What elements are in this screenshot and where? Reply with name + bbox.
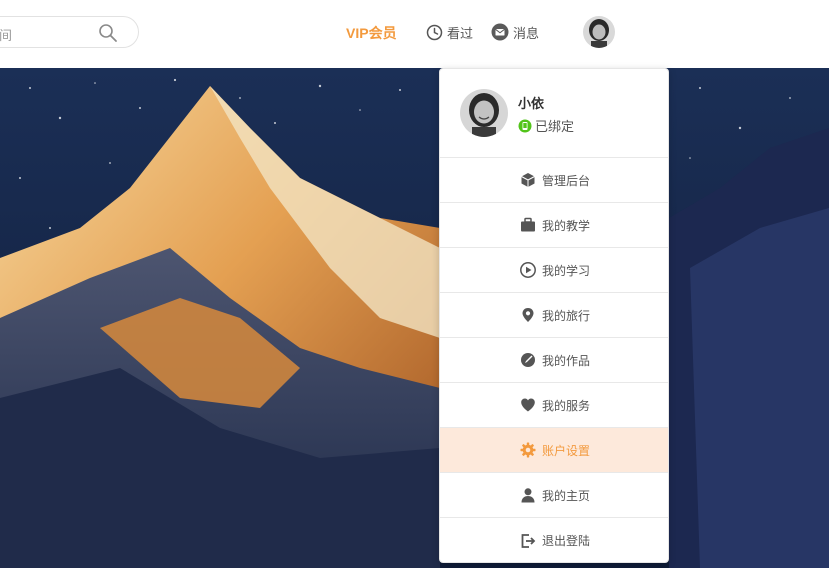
phone-icon	[518, 119, 532, 132]
top-header: 间 VIP会员 看过 消息	[0, 0, 829, 68]
menu-item-label: 我的教学	[542, 218, 591, 233]
vip-member-link[interactable]: VIP会员	[346, 23, 397, 43]
bind-status-label: 已绑定	[535, 119, 575, 134]
menu-item-label: 我的作品	[542, 353, 591, 368]
menu-item-label: 我的旅行	[542, 308, 591, 323]
user-icon	[520, 487, 536, 503]
bind-status: 已绑定	[518, 116, 574, 135]
menu-item-label: 管理后台	[542, 173, 591, 188]
search-placeholder: 间	[0, 28, 13, 43]
user-dropdown-menu: 小依 已绑定 管理后台 我的教学 我的学习 我的旅行 我的作品 我的服务 账户设…	[439, 68, 669, 563]
menu-item-learning[interactable]: 我的学习	[440, 248, 668, 293]
menu-item-label: 退出登陆	[542, 534, 591, 548]
user-menu: 管理后台 我的教学 我的学习 我的旅行 我的作品 我的服务 账户设置 我的主页 …	[440, 158, 668, 563]
history-link[interactable]: 看过	[426, 22, 473, 42]
mail-icon	[491, 23, 509, 41]
menu-item-admin[interactable]: 管理后台	[440, 158, 668, 203]
search-input[interactable]: 间	[0, 16, 139, 48]
menu-item-label: 账户设置	[542, 443, 591, 458]
briefcase-icon	[520, 217, 536, 233]
menu-item-label: 我的学习	[542, 263, 591, 278]
history-label: 看过	[447, 25, 474, 41]
menu-item-label: 我的主页	[542, 488, 591, 503]
profile-avatar[interactable]	[460, 89, 508, 137]
menu-item-travel[interactable]: 我的旅行	[440, 293, 668, 338]
cube-icon	[520, 172, 536, 188]
menu-item-teaching[interactable]: 我的教学	[440, 203, 668, 248]
menu-item-account-settings[interactable]: 账户设置	[440, 428, 668, 473]
logout-icon	[520, 533, 536, 549]
message-link[interactable]: 消息	[491, 22, 539, 42]
menu-item-label: 我的服务	[542, 398, 591, 413]
play-circle-icon	[520, 262, 536, 278]
menu-item-works[interactable]: 我的作品	[440, 338, 668, 383]
clock-icon	[426, 24, 443, 40]
heart-icon	[520, 397, 536, 413]
palette-icon	[520, 352, 536, 368]
hero-banner-image	[0, 68, 829, 568]
user-avatar[interactable]	[583, 16, 615, 48]
profile-name: 小依	[518, 96, 545, 111]
menu-item-homepage[interactable]: 我的主页	[440, 473, 668, 518]
gear-icon	[520, 442, 536, 458]
map-pin-icon	[520, 307, 536, 323]
search-icon[interactable]	[98, 23, 118, 43]
menu-item-services[interactable]: 我的服务	[440, 383, 668, 428]
menu-item-logout[interactable]: 退出登陆	[440, 518, 668, 563]
profile-summary: 小依 已绑定	[440, 69, 668, 158]
message-label: 消息	[513, 25, 540, 41]
